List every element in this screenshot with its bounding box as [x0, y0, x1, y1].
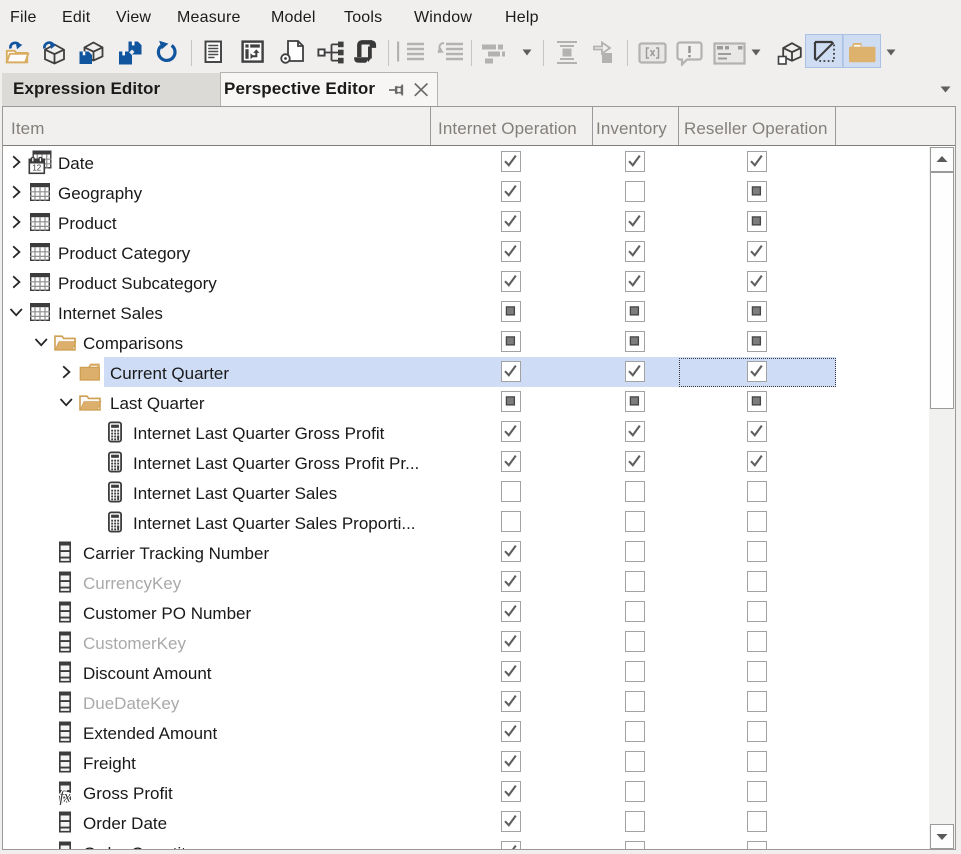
svg-text:fx: fx: [60, 789, 71, 806]
svg-text:12: 12: [32, 164, 41, 173]
